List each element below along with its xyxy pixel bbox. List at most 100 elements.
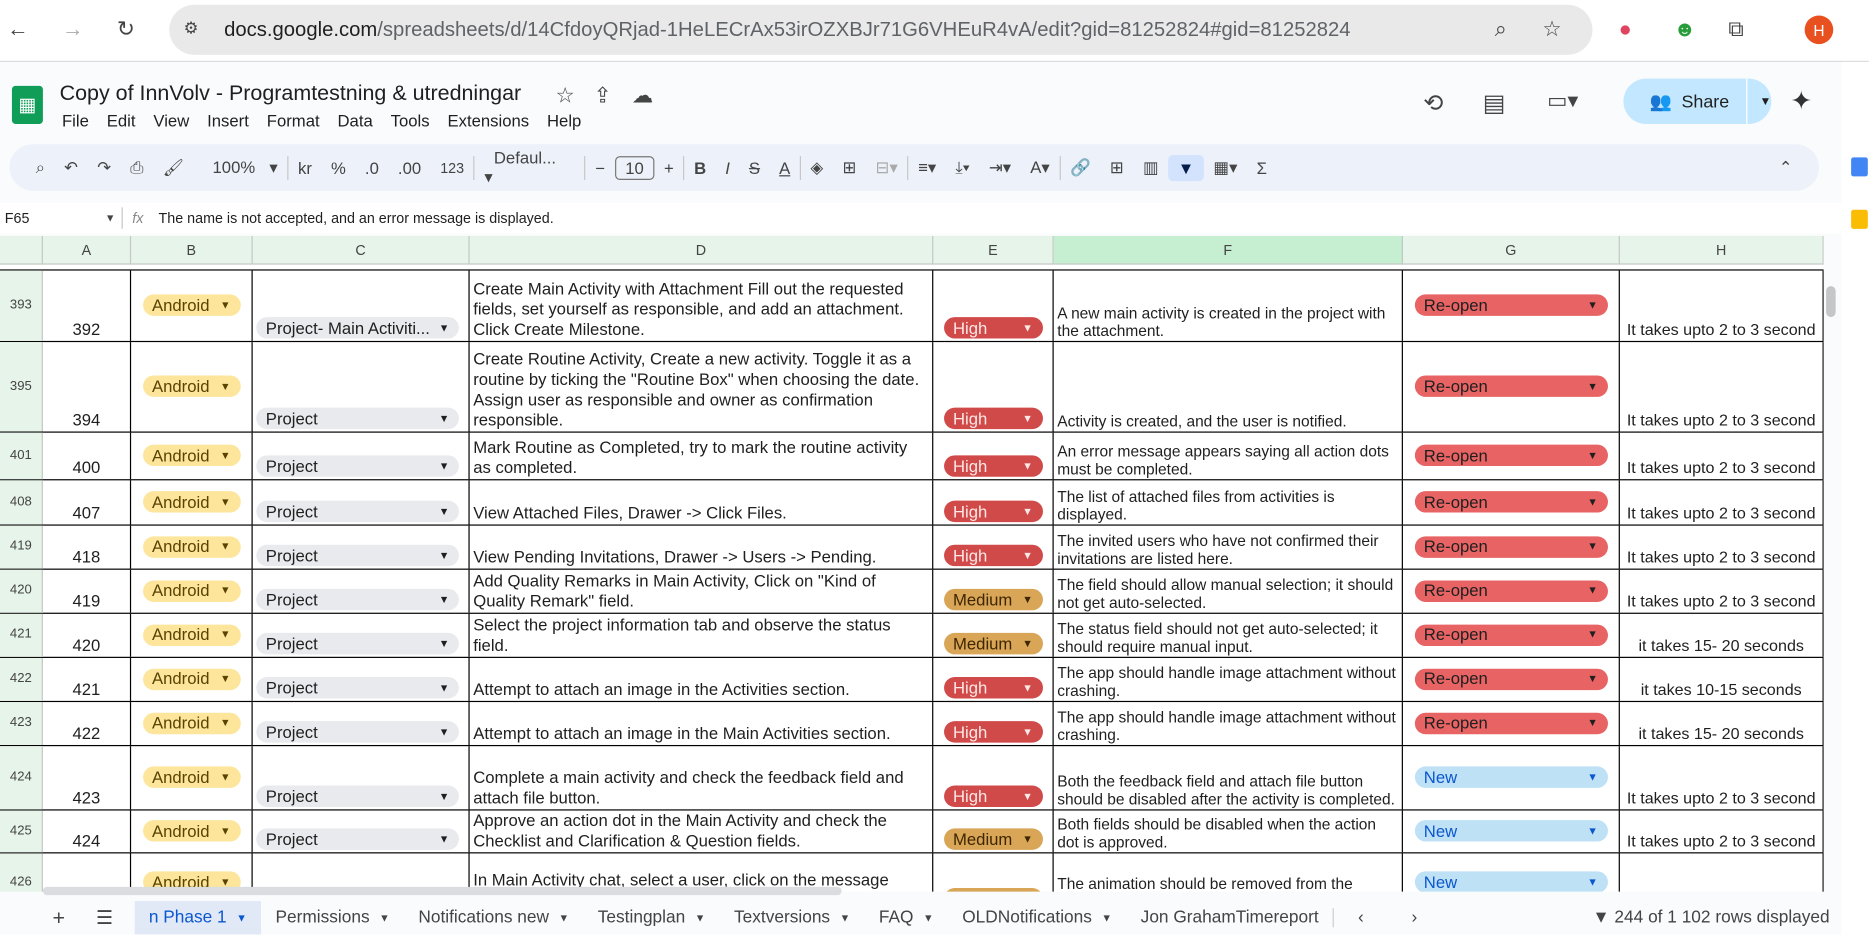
add-sheet-icon[interactable]: + (0, 905, 86, 930)
column-header-b[interactable]: B (131, 236, 253, 265)
column-header-e[interactable]: E (933, 236, 1054, 265)
cell-priority[interactable]: High ▼ (933, 270, 1054, 341)
text-wrapping-icon[interactable]: ⇥▾ (979, 157, 1020, 177)
status-dropdown[interactable]: Re-open ▼ (1414, 375, 1608, 397)
cell-status[interactable]: Re-open ▼ (1403, 613, 1620, 657)
cell-priority[interactable]: High ▼ (933, 480, 1054, 525)
cell-priority[interactable]: Medium ▼ (933, 613, 1054, 657)
gemini-icon[interactable]: ✦ (1790, 86, 1812, 117)
menu-edit[interactable]: Edit (107, 111, 136, 130)
cell-priority[interactable]: Medium ▼ (933, 569, 1054, 613)
cell-area[interactable]: Project ▼ (253, 657, 470, 701)
cell-status[interactable]: Re-open ▼ (1403, 702, 1620, 745)
undo-icon[interactable]: ↶ (55, 157, 88, 177)
extensions-puzzle-icon[interactable]: ⧉ (1728, 17, 1743, 42)
cell-priority[interactable]: Medium ▼ (933, 853, 1054, 892)
priority-dropdown[interactable]: High ▼ (943, 785, 1043, 807)
status-dropdown[interactable]: Re-open ▼ (1414, 668, 1608, 690)
area-dropdown[interactable]: Project ▼ (256, 677, 459, 699)
cell-area[interactable]: Project ▼ (253, 480, 470, 525)
calendar-addon-icon[interactable] (1851, 157, 1868, 177)
currency-format-button[interactable]: kr (288, 158, 321, 177)
priority-dropdown[interactable]: Medium ▼ (943, 632, 1043, 655)
row-number[interactable]: 401 (0, 432, 43, 480)
priority-dropdown[interactable]: High ▼ (943, 500, 1043, 523)
cell-status[interactable]: Re-open ▼ (1403, 525, 1620, 569)
scroll-tabs-left-icon[interactable]: ‹ (1333, 908, 1388, 928)
priority-dropdown[interactable]: Medium ▼ (943, 828, 1043, 850)
cell-area[interactable]: Project ▼ (253, 746, 470, 810)
cell-platform[interactable]: Android ▼ (131, 480, 253, 525)
insert-comment-icon[interactable]: ⊞ (1100, 157, 1133, 177)
row-number[interactable]: 419 (0, 525, 43, 569)
status-dropdown[interactable]: Re-open ▼ (1414, 712, 1608, 734)
menu-help[interactable]: Help (547, 111, 581, 130)
share-dropdown-icon[interactable]: ▼ (1746, 78, 1771, 124)
column-header-d[interactable]: D (469, 236, 934, 265)
area-dropdown[interactable]: Project- Main Activiti... ▼ (256, 317, 459, 339)
menu-extensions[interactable]: Extensions (447, 111, 529, 130)
cell-area[interactable]: Project ▼ (253, 342, 470, 432)
status-dropdown[interactable]: New ▼ (1414, 820, 1608, 842)
cell-status[interactable]: Re-open ▼ (1403, 432, 1620, 480)
sheet-tab[interactable]: Testingplan ▼ (583, 901, 719, 934)
cell-platform[interactable]: Android ▼ (131, 432, 253, 480)
sheet-tab[interactable]: Jon GrahamTimereport (1126, 901, 1333, 934)
insert-chart-icon[interactable]: ▥ (1133, 157, 1168, 177)
cell-area[interactable]: Project ▼ (253, 569, 470, 613)
row-number[interactable]: 425 (0, 810, 43, 853)
cell-platform[interactable]: Android ▼ (131, 702, 253, 745)
cell-platform[interactable]: Android ▼ (131, 613, 253, 657)
cell-status[interactable]: Re-open ▼ (1403, 480, 1620, 525)
comments-icon[interactable]: ▤ (1483, 88, 1506, 118)
name-box[interactable]: F65 (0, 210, 105, 227)
more-formats-button[interactable]: 123 (431, 159, 474, 176)
status-dropdown[interactable]: Re-open ▼ (1414, 294, 1608, 316)
profile-avatar[interactable]: H (1804, 15, 1834, 45)
document-title[interactable]: Copy of InnVolv - Programtestning & utre… (60, 81, 522, 106)
cell-priority[interactable]: High ▼ (933, 525, 1054, 569)
bookmark-star-icon[interactable]: ☆ (1542, 17, 1561, 42)
cell-area[interactable]: Project ▼ (253, 810, 470, 853)
increase-decimal-button[interactable]: .00 (388, 158, 430, 177)
reload-icon[interactable]: ↻ (117, 17, 135, 42)
status-dropdown[interactable]: Re-open ▼ (1414, 623, 1608, 646)
font-size-input[interactable]: 10 (614, 155, 655, 180)
platform-dropdown[interactable]: Android ▼ (142, 375, 241, 397)
forward-icon[interactable]: → (62, 17, 83, 42)
filter-icon[interactable]: ▼ (1168, 154, 1204, 181)
menu-format[interactable]: Format (267, 111, 320, 130)
name-box-dropdown-icon[interactable]: ▼ (105, 212, 122, 224)
increase-font-size-icon[interactable]: + (655, 158, 684, 177)
percent-format-button[interactable]: % (321, 158, 355, 177)
vertical-align-icon[interactable]: ⤓▾ (946, 157, 979, 177)
cell-priority[interactable]: High ▼ (933, 746, 1054, 810)
address-bar[interactable]: docs.google.com/spreadsheets/d/14CfdoyQR… (169, 4, 1593, 55)
cell-status[interactable]: New ▼ (1403, 810, 1620, 853)
area-dropdown[interactable]: Project ▼ (256, 407, 459, 430)
cell-status[interactable]: Re-open ▼ (1403, 569, 1620, 613)
status-dropdown[interactable]: New ▼ (1414, 871, 1608, 892)
fill-color-icon[interactable]: ◈ (801, 157, 833, 177)
priority-dropdown[interactable]: High ▼ (943, 677, 1043, 699)
area-dropdown[interactable]: Project ▼ (256, 455, 459, 477)
cloud-status-icon[interactable]: ☁ (632, 83, 653, 108)
platform-dropdown[interactable]: Android ▼ (142, 623, 241, 646)
column-header-c[interactable]: C (252, 236, 470, 265)
cell-priority[interactable]: High ▼ (933, 702, 1054, 745)
borders-icon[interactable]: ⊞ (833, 157, 866, 177)
text-rotation-icon[interactable]: A▾ (1021, 157, 1060, 177)
cell-area[interactable]: Project- Main Activiti... ▼ (253, 270, 470, 341)
priority-dropdown[interactable]: High ▼ (943, 544, 1043, 567)
platform-dropdown[interactable]: Android ▼ (142, 535, 241, 558)
zoom-icon[interactable]: ⌕ (1495, 17, 1507, 42)
cell-platform[interactable]: Android ▼ (131, 342, 253, 432)
row-number[interactable]: 408 (0, 480, 43, 525)
priority-dropdown[interactable]: High ▼ (943, 721, 1043, 743)
platform-dropdown[interactable]: Android ▼ (142, 579, 241, 602)
row-number[interactable]: 426 (0, 853, 43, 892)
sheet-tab[interactable]: Textversions ▼ (720, 901, 865, 934)
sheet-tab[interactable]: FAQ ▼ (865, 901, 948, 934)
redo-icon[interactable]: ↷ (88, 157, 121, 177)
move-icon[interactable]: ⇪ (594, 83, 612, 108)
